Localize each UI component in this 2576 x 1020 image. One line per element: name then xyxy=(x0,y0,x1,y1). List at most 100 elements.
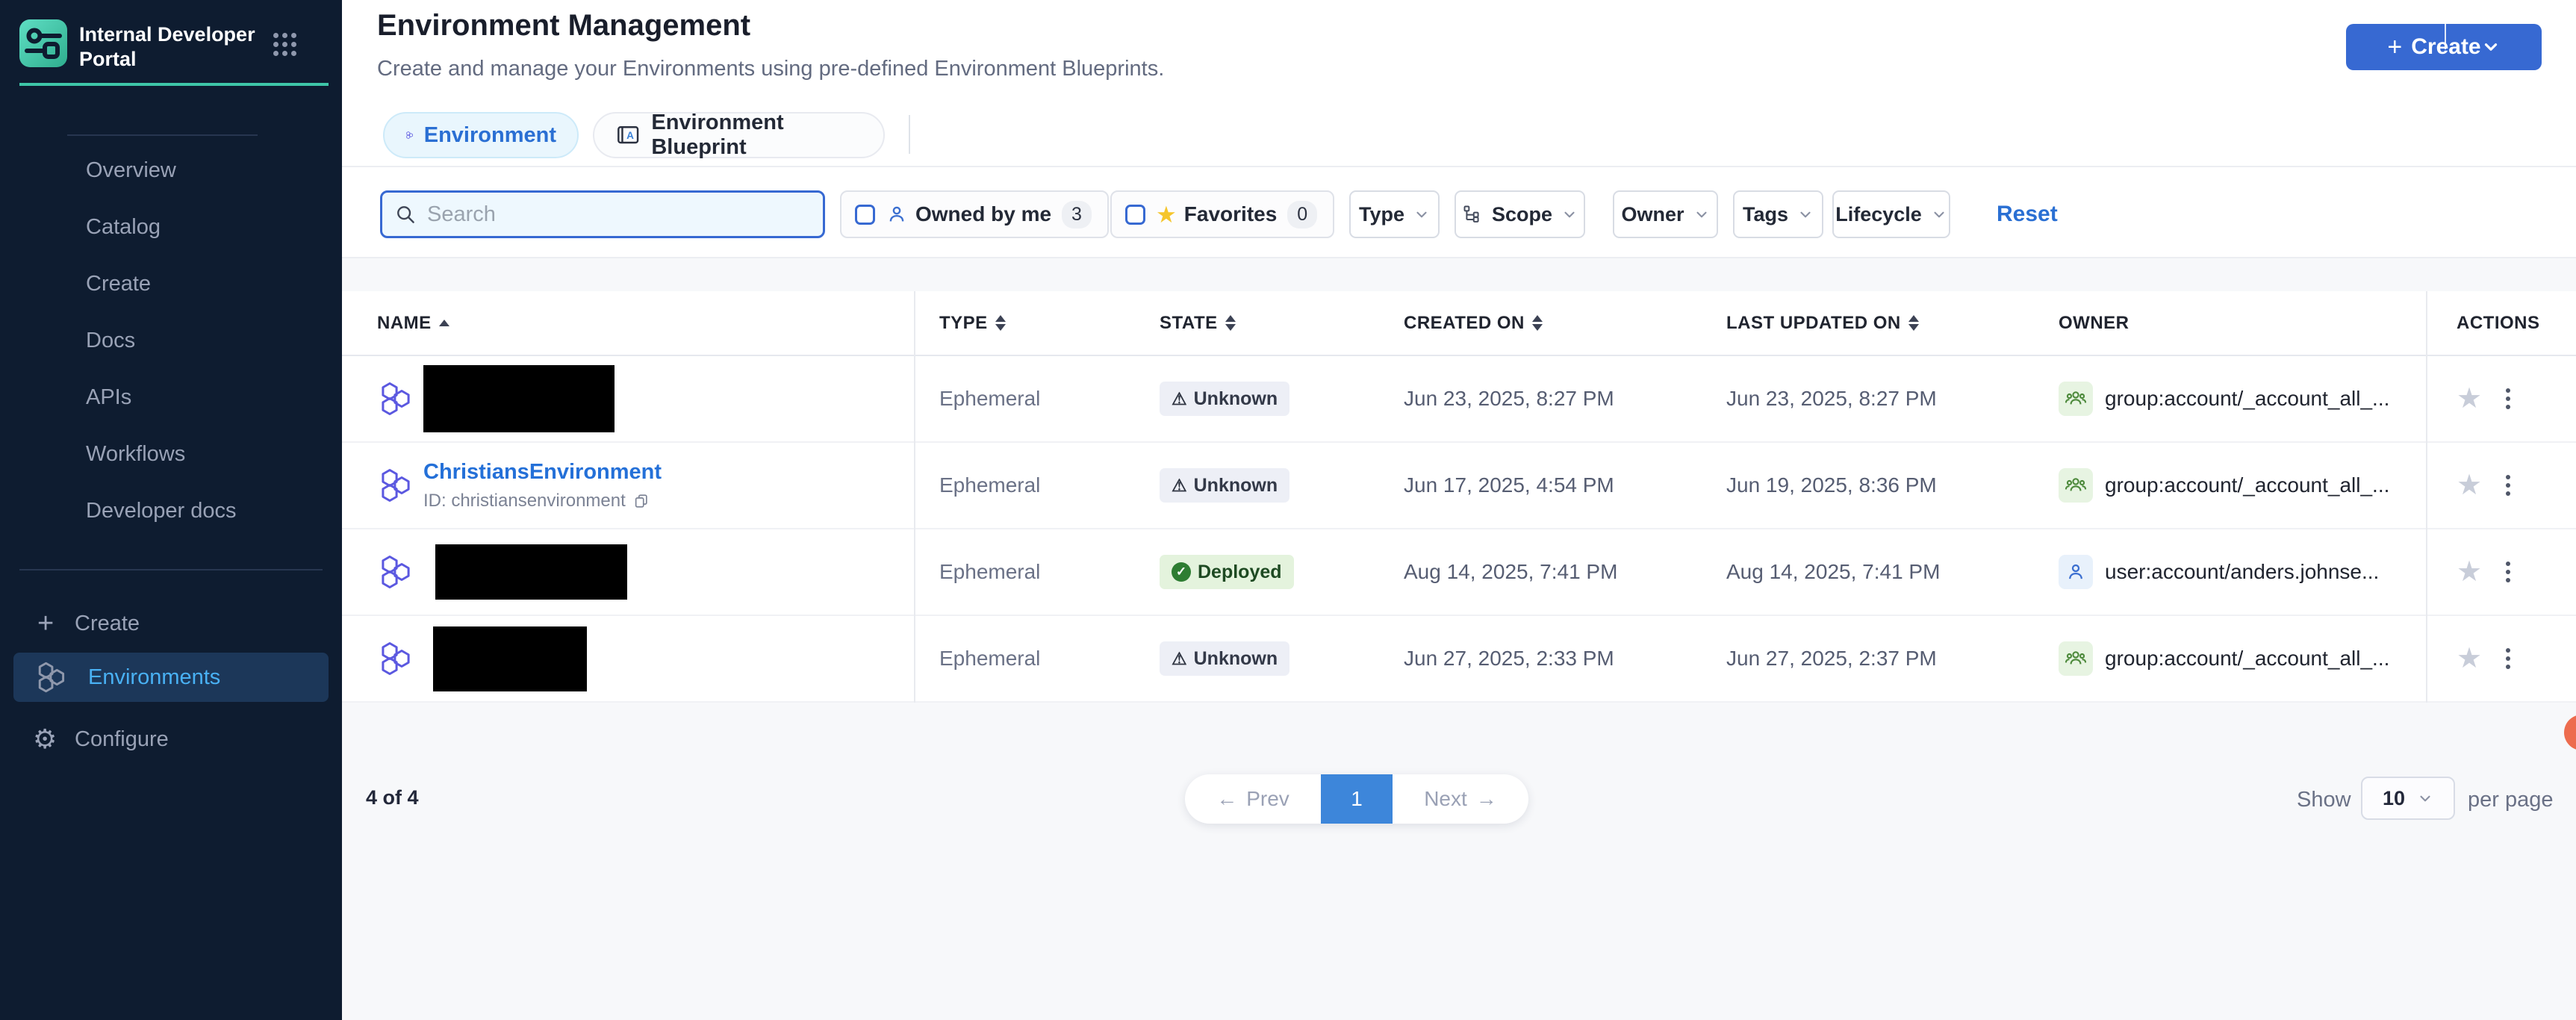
hierarchy-icon xyxy=(1462,204,1483,225)
help-floating-button[interactable] xyxy=(2564,715,2576,750)
results-summary: 4 of 4 xyxy=(366,786,419,809)
column-header-state[interactable]: STATE xyxy=(1160,313,1379,334)
table-row[interactable]: ChristiansEnvironment ID: christiansenvi… xyxy=(342,443,2576,529)
kebab-menu-icon[interactable] xyxy=(2503,645,2513,672)
kebab-menu-icon[interactable] xyxy=(2503,472,2513,499)
tags-filter-dropdown[interactable]: Tags xyxy=(1733,190,1823,238)
kebab-menu-icon[interactable] xyxy=(2503,559,2513,585)
horizontal-divider xyxy=(342,257,2576,258)
hexagons-icon xyxy=(377,554,413,590)
tab-environment[interactable]: Environment xyxy=(383,112,579,158)
search-icon xyxy=(394,203,417,226)
count-badge: 3 xyxy=(1062,201,1092,228)
scope-filter-dropdown[interactable]: Scope xyxy=(1455,190,1585,238)
kebab-menu-icon[interactable] xyxy=(2503,385,2513,412)
plus-icon: + xyxy=(2387,34,2402,60)
favorite-star-icon[interactable]: ★ xyxy=(2457,471,2482,500)
pagination: ← Prev 1 Next → xyxy=(1185,774,1528,824)
sidebar-item-create[interactable]: Create xyxy=(0,255,342,312)
page-header: Environment Management Create and manage… xyxy=(342,0,2576,258)
sidebar-item-developer-docs[interactable]: Developer docs xyxy=(0,482,342,539)
chevron-down-icon xyxy=(1561,206,1578,223)
sidebar-item-environments[interactable]: Environments xyxy=(13,653,329,702)
owner-filter-dropdown[interactable]: Owner xyxy=(1613,190,1718,238)
table-row[interactable]: Ephemeral ✓Deployed Aug 14, 2025, 7:41 P… xyxy=(342,529,2576,616)
table-header-row: NAME TYPE STATE CREATED ON LAST UPDATED … xyxy=(342,291,2576,356)
group-icon xyxy=(2059,468,2093,503)
owned-by-me-checkbox[interactable] xyxy=(855,205,875,225)
redacted-name xyxy=(433,626,587,691)
created-on-value: Aug 14, 2025, 7:41 PM xyxy=(1404,560,1617,583)
search-input[interactable] xyxy=(426,202,811,228)
table-row[interactable]: Ephemeral ⚠Unknown Jun 23, 2025, 8:27 PM… xyxy=(342,356,2576,443)
hexagons-icon xyxy=(377,641,413,677)
redacted-name xyxy=(423,365,615,432)
next-page-button[interactable]: Next → xyxy=(1393,787,1528,811)
favorites-filter[interactable]: ★ Favorites 0 xyxy=(1110,190,1334,238)
user-icon xyxy=(2059,555,2093,589)
sort-icon xyxy=(1225,315,1236,331)
sidebar-item-configure[interactable]: ⚙ Configure xyxy=(0,712,342,767)
lifecycle-filter-dropdown[interactable]: Lifecycle xyxy=(1832,190,1950,238)
group-icon xyxy=(2059,382,2093,416)
app-logo-icon[interactable] xyxy=(19,19,67,67)
created-on-value: Jun 23, 2025, 8:27 PM xyxy=(1404,387,1614,410)
sort-icon xyxy=(1532,315,1543,331)
hexagons-icon xyxy=(377,381,413,417)
button-divider xyxy=(2445,24,2446,49)
dropdown-label: Scope xyxy=(1492,203,1552,226)
create-button[interactable]: + Create xyxy=(2346,24,2542,70)
page-title: Environment Management xyxy=(377,9,750,43)
page-size-value: 10 xyxy=(2383,787,2405,810)
current-page-button[interactable]: 1 xyxy=(1321,774,1393,824)
owned-by-me-filter[interactable]: Owned by me 3 xyxy=(840,190,1109,238)
state-badge: ⚠Unknown xyxy=(1160,641,1289,676)
count-badge: 0 xyxy=(1287,201,1317,228)
column-header-name[interactable]: NAME xyxy=(377,313,449,334)
sidebar-item-label: Create xyxy=(75,612,140,636)
last-updated-value: Jun 19, 2025, 8:36 PM xyxy=(1726,473,1937,497)
chevron-down-icon[interactable] xyxy=(2481,37,2501,57)
owner-value: user:account/anders.johnse... xyxy=(2105,560,2379,584)
prev-page-button[interactable]: ← Prev xyxy=(1185,787,1321,811)
type-value: Ephemeral xyxy=(939,473,1040,497)
column-header-type[interactable]: TYPE xyxy=(939,313,1135,334)
favorites-checkbox[interactable] xyxy=(1125,205,1145,225)
environment-name-link[interactable]: ChristiansEnvironment xyxy=(423,460,662,484)
sidebar-item-create-new[interactable]: + Create xyxy=(0,596,342,651)
tab-environment-blueprint[interactable]: A Environment Blueprint xyxy=(593,112,885,158)
check-icon: ✓ xyxy=(1172,562,1191,582)
app-switcher-icon[interactable] xyxy=(273,33,296,56)
favorite-star-icon[interactable]: ★ xyxy=(2457,385,2482,413)
favorite-star-icon[interactable]: ★ xyxy=(2457,644,2482,673)
sidebar-divider xyxy=(19,569,323,570)
redacted-name xyxy=(435,544,627,600)
created-on-value: Jun 27, 2025, 2:33 PM xyxy=(1404,647,1614,670)
sidebar-item-overview[interactable]: Overview xyxy=(0,142,342,199)
dropdown-label: Lifecycle xyxy=(1835,203,1922,226)
reset-filters-link[interactable]: Reset xyxy=(1997,202,2058,227)
tab-label: Environment Blueprint xyxy=(651,111,862,160)
column-header-owner: OWNER xyxy=(2059,313,2129,334)
state-badge: ⚠Unknown xyxy=(1160,468,1289,503)
copy-icon[interactable] xyxy=(633,493,650,509)
sort-icon xyxy=(1908,315,1919,331)
type-filter-dropdown[interactable]: Type xyxy=(1349,190,1440,238)
column-header-last-updated-on[interactable]: LAST UPDATED ON xyxy=(1726,313,2034,334)
hexagons-icon xyxy=(377,467,413,503)
column-header-created-on[interactable]: CREATED ON xyxy=(1404,313,1702,334)
page-subtitle: Create and manage your Environments usin… xyxy=(377,57,1164,81)
sidebar-item-catalog[interactable]: Catalog xyxy=(0,199,342,255)
favorite-star-icon[interactable]: ★ xyxy=(2457,558,2482,586)
column-divider xyxy=(2426,291,2427,703)
accent-divider xyxy=(19,83,329,86)
sidebar-item-workflows[interactable]: Workflows xyxy=(0,426,342,482)
page-size-select[interactable]: 10 xyxy=(2361,777,2455,820)
table-row[interactable]: Ephemeral ⚠Unknown Jun 27, 2025, 2:33 PM… xyxy=(342,616,2576,703)
sidebar-item-apis[interactable]: APIs xyxy=(0,369,342,426)
next-label: Next xyxy=(1424,787,1467,811)
sidebar-item-docs[interactable]: Docs xyxy=(0,312,342,369)
sort-icon xyxy=(995,315,1006,331)
vertical-divider xyxy=(909,115,910,154)
warning-icon: ⚠ xyxy=(1172,477,1187,494)
